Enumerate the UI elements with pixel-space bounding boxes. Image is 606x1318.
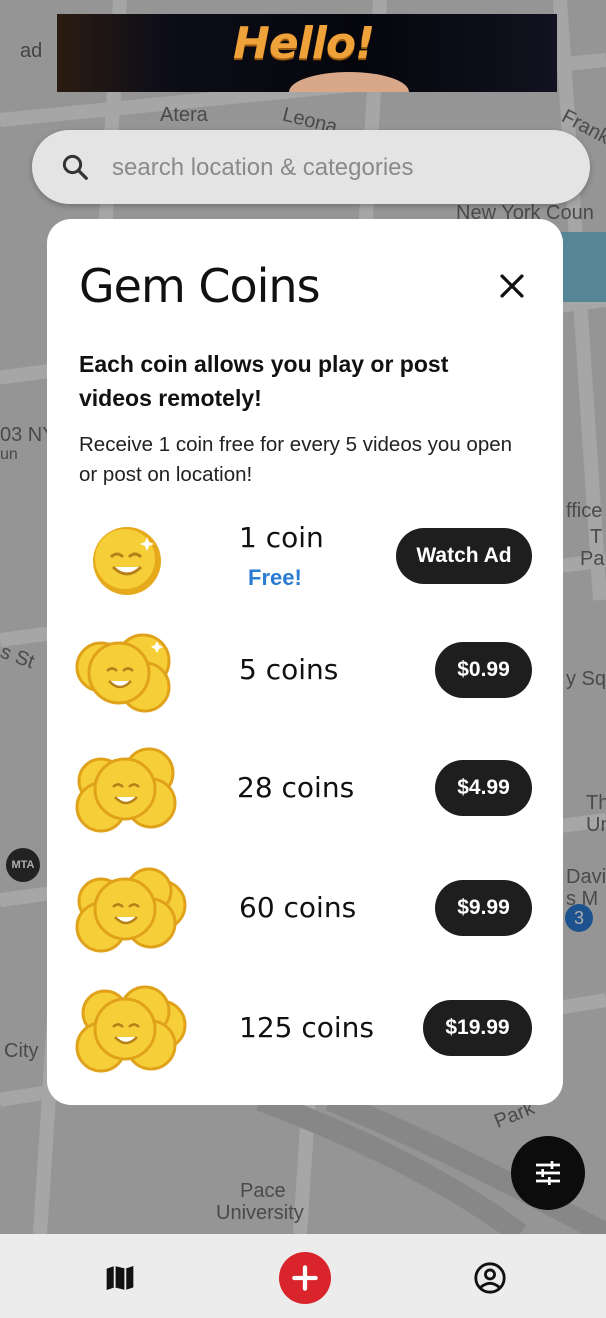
- dialog-title: Gem Coins: [79, 259, 321, 313]
- package-count: 125 coins: [239, 1011, 374, 1044]
- dialog-subtitle: Each coin allows you play or post videos…: [79, 351, 449, 411]
- search-bar[interactable]: search location & categories: [32, 130, 590, 204]
- ad-label: ad: [20, 40, 43, 62]
- add-icon: [289, 1262, 321, 1299]
- package-free-label: Free!: [248, 565, 302, 590]
- search-icon: [60, 152, 90, 187]
- search-placeholder: search location & categories: [112, 154, 414, 181]
- buy-28-coins-button[interactable]: $4.99: [435, 760, 532, 816]
- buy-5-coins-button[interactable]: $0.99: [435, 642, 532, 698]
- close-icon[interactable]: [495, 269, 529, 303]
- filter-button[interactable]: [511, 1136, 585, 1210]
- coin-pile-icon: [75, 745, 179, 838]
- package-count: 28 coins: [237, 771, 355, 804]
- coin-stack-icon: [75, 631, 175, 720]
- single-coin-icon: [89, 523, 165, 604]
- watch-ad-button[interactable]: Watch Ad: [396, 528, 532, 584]
- ad-banner[interactable]: Hello!: [57, 14, 557, 92]
- sliders-icon: [532, 1157, 564, 1194]
- coin-pile-icon: [75, 865, 189, 958]
- package-count: 1 coin: [239, 521, 324, 554]
- map-icon[interactable]: [104, 1262, 136, 1299]
- package-count: 5 coins: [239, 653, 339, 686]
- buy-125-coins-button[interactable]: $19.99: [423, 1000, 532, 1056]
- coin-pile-icon: [75, 985, 189, 1080]
- add-button[interactable]: [279, 1252, 331, 1304]
- profile-icon[interactable]: [473, 1261, 507, 1300]
- ad-hand-graphic: [289, 72, 409, 92]
- buy-60-coins-button[interactable]: $9.99: [435, 880, 532, 936]
- gem-coins-dialog: Gem Coins Each coin allows you play or p…: [47, 219, 563, 1105]
- package-count: 60 coins: [239, 891, 357, 924]
- dialog-description: Receive 1 coin free for every 5 videos y…: [79, 433, 513, 486]
- ad-banner-text: Hello!: [233, 18, 375, 69]
